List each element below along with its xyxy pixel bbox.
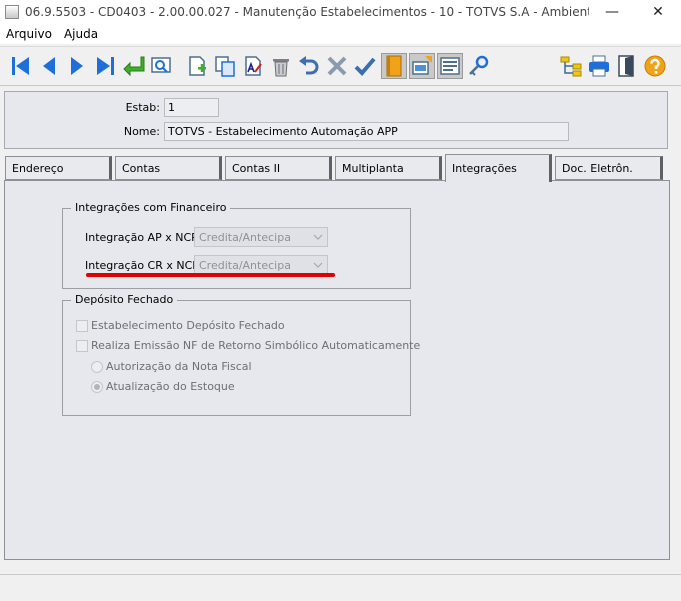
estabelecimento-deposito-label: Estabelecimento Depósito Fechado (91, 319, 285, 332)
emissao-nf-retorno-label: Realiza Emissão NF de Retorno Simbólico … (91, 339, 421, 352)
nome-field[interactable]: TOTVS - Estabelecimento Automação APP (164, 122, 569, 141)
checkbox-box (76, 339, 88, 352)
first-record-icon (12, 57, 29, 75)
window-title: 06.9.5503 - CD0403 - 2.00.00.027 - Manut… (25, 5, 589, 19)
autorizacao-nota-radio[interactable]: Autorização da Nota Fiscal (91, 360, 252, 373)
integracao-cr-label: Integração CR x NCR: (85, 259, 204, 272)
estabelecimento-deposito-checkbox[interactable]: Estabelecimento Depósito Fechado (76, 319, 285, 332)
nome-label: Nome: (123, 125, 160, 138)
report-icon (440, 57, 460, 75)
tab-endereco[interactable]: Endereço (5, 156, 112, 180)
next-record-icon (71, 57, 83, 75)
deposito-legend: Depósito Fechado (71, 293, 178, 306)
integracao-ap-select[interactable]: Credita/Antecipa (194, 227, 328, 247)
undo-icon (299, 56, 319, 75)
print-icon (589, 55, 609, 77)
edit-record-icon (245, 56, 262, 76)
print-button[interactable] (586, 53, 612, 79)
integracao-ap-label: Integração AP x NCR: (85, 231, 203, 244)
undo-button[interactable] (296, 53, 322, 79)
search-button[interactable] (148, 53, 174, 79)
integracao-cr-select[interactable]: Credita/Antecipa (194, 255, 328, 275)
minimize-button[interactable]: — (589, 0, 635, 24)
key-button[interactable] (466, 53, 492, 79)
delete-record-icon (273, 59, 289, 77)
close-button[interactable]: ✕ (635, 0, 681, 24)
tree-button[interactable] (558, 53, 584, 79)
radio-selected-dot (94, 383, 100, 390)
help-button[interactable] (642, 53, 668, 79)
book-icon (386, 55, 402, 77)
checkbox-box (76, 319, 88, 332)
export-button[interactable] (409, 53, 435, 79)
app-icon (5, 5, 19, 19)
tab-multiplanta[interactable]: Multiplanta (335, 156, 442, 180)
status-bar (0, 574, 681, 601)
cancel-button[interactable] (324, 53, 350, 79)
report-button[interactable] (437, 53, 463, 79)
tab-doc-eletron[interactable]: Doc. Eletrôn. (555, 156, 663, 180)
goto-record-button[interactable] (120, 53, 146, 79)
toolbar (0, 46, 681, 86)
header-panel: Estab: 1 Nome: TOTVS - Estabelecimento A… (4, 91, 668, 149)
previous-record-icon (43, 57, 55, 75)
key-icon (469, 55, 489, 76)
goto-record-icon (123, 56, 145, 77)
title-bar: 06.9.5503 - CD0403 - 2.00.00.027 - Manut… (0, 0, 681, 24)
exit-icon (618, 55, 634, 77)
help-icon (644, 55, 666, 77)
radio-circle (91, 380, 103, 393)
export-icon (412, 56, 432, 75)
delete-record-button[interactable] (268, 53, 294, 79)
copy-record-icon (215, 56, 235, 77)
chevron-down-icon (313, 234, 323, 240)
last-record-icon (97, 57, 114, 75)
first-record-button[interactable] (8, 53, 34, 79)
deposito-group: Depósito Fechado Estabelecimento Depósit… (62, 293, 420, 416)
highlight-underline (86, 273, 335, 277)
emissao-nf-retorno-checkbox[interactable]: Realiza Emissão NF de Retorno Simbólico … (76, 339, 420, 352)
last-record-button[interactable] (92, 53, 118, 79)
next-record-button[interactable] (64, 53, 90, 79)
tab-panel-integracoes: Integrações com Financeiro Integração AP… (4, 180, 670, 560)
copy-record-button[interactable] (212, 53, 238, 79)
atualizacao-estoque-radio[interactable]: Atualização do Estoque (91, 380, 235, 393)
integracao-ap-value: Credita/Antecipa (199, 231, 291, 244)
exit-button[interactable] (614, 53, 640, 79)
confirm-button[interactable] (352, 53, 378, 79)
confirm-icon (354, 57, 376, 76)
menu-arquivo[interactable]: Arquivo (6, 27, 52, 41)
search-icon (151, 57, 171, 73)
new-record-icon (189, 56, 206, 76)
menu-ajuda[interactable]: Ajuda (64, 27, 98, 41)
integracao-cr-value: Credita/Antecipa (199, 259, 291, 272)
book-button[interactable] (381, 53, 407, 79)
previous-record-button[interactable] (36, 53, 62, 79)
atualizacao-estoque-label: Atualização do Estoque (106, 380, 235, 393)
cancel-icon (327, 56, 347, 76)
menu-bar: Arquivo Ajuda (0, 24, 681, 44)
integracoes-legend: Integrações com Financeiro (71, 201, 231, 214)
autorizacao-nota-label: Autorização da Nota Fiscal (106, 360, 252, 373)
chevron-down-icon (313, 262, 323, 268)
estab-field[interactable]: 1 (164, 98, 219, 117)
tab-contas[interactable]: Contas (115, 156, 222, 180)
new-record-button[interactable] (184, 53, 210, 79)
tree-icon (560, 56, 582, 77)
edit-record-button[interactable] (240, 53, 266, 79)
radio-circle (91, 360, 103, 373)
estab-label: Estab: (125, 101, 160, 114)
tab-contas-ii[interactable]: Contas II (225, 156, 332, 180)
tab-integracoes[interactable]: Integrações (445, 154, 552, 182)
